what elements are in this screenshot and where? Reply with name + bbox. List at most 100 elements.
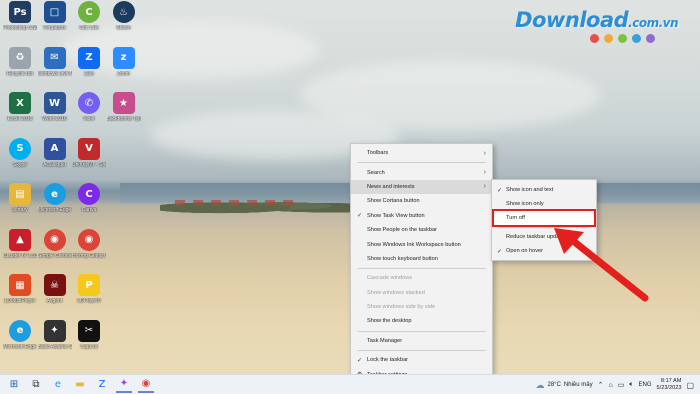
menu-item-label: Show touch keyboard button <box>367 255 438 262</box>
volume-icon[interactable]: 🔈︎ <box>629 381 633 389</box>
menu-item-lock-the-taskbar[interactable]: ✓ Lock the taskbar <box>351 353 492 367</box>
menu-item-task-manager[interactable]: Task Manager <box>351 334 492 348</box>
desktop-shortcut[interactable]: ♨ Steam <box>107 1 141 31</box>
notification-icon[interactable]: ▢ <box>686 381 694 390</box>
desktop-shortcut[interactable]: ◉Hướng Giang Chrome <box>72 228 106 259</box>
submenu-item-turn-off[interactable]: Turn off <box>492 209 596 227</box>
desktop-shortcut[interactable]: Ps Photoshop CS6-Portab... <box>3 1 37 31</box>
canva-icon: C <box>78 183 100 205</box>
menu-item-label: Lock the taskbar <box>367 357 409 364</box>
zalo-icon: Z <box>78 46 100 69</box>
menu-item-show-windows-side-by-side: Show windows side by side <box>351 300 492 314</box>
desktop-shortcut-label: Windows Live Mail <box>37 70 72 77</box>
desktop-shortcut[interactable]: ✉Windows Live Mail <box>37 46 72 77</box>
menu-item-show-the-desktop[interactable]: Show the desktop <box>351 314 492 328</box>
taskbar-file-explorer-icon[interactable]: ▬ <box>72 377 88 393</box>
desktop-shortcut[interactable]: P LDPlayer9 <box>72 274 106 304</box>
clock-date: 5/23/2023 <box>656 385 682 391</box>
menu-item-show-windows-ink-workspace-button[interactable]: Show Windows Ink Workspace button <box>351 237 492 251</box>
desktop-shortcut[interactable]: W Word 2016 <box>38 92 72 122</box>
desktop-shortcut[interactable]: □ VirtualBox <box>38 1 72 31</box>
menu-item-toolbars[interactable]: Toolbars › <box>351 146 492 160</box>
chrome-icon: ◉ <box>43 228 66 251</box>
zalo-icon: Z <box>98 379 106 390</box>
menu-separator <box>357 350 486 352</box>
desktop-shortcut[interactable]: z Zoom <box>107 46 141 77</box>
menu-item-label: Show Task View button <box>367 212 425 219</box>
watermark-dot <box>646 34 656 43</box>
desktop-shortcut[interactable]: ✆ Viber <box>72 92 106 122</box>
desktop-shortcut-label: Steam <box>116 25 131 31</box>
clock[interactable]: 8:17 AM 5/23/2023 <box>657 378 682 392</box>
taskbar-task-view-icon[interactable]: ⧉ <box>28 377 44 393</box>
desktop-shortcut[interactable]: ☠ Avgent <box>38 274 72 304</box>
desktop-shortcut[interactable]: VUniKeyNT - Shortcut <box>72 137 106 168</box>
photoshop-icon: Ps <box>9 1 31 23</box>
capcut-icon: ✂ <box>78 319 100 342</box>
start-icon: ⊞ <box>9 379 19 390</box>
menu-item-show-touch-keyboard-button[interactable]: Show touch keyboard button <box>351 252 492 266</box>
desktop-shortcut-label: Microsoft Edge <box>37 207 72 213</box>
menu-item-show-people-on-the-taskbar[interactable]: Show People on the taskbar <box>351 223 492 237</box>
menu-separator <box>357 330 486 332</box>
battery-icon[interactable]: ▭ <box>618 381 625 389</box>
desktop-shortcut-label: Google Chrome <box>37 252 72 259</box>
acalc-icon: A <box>43 137 66 160</box>
language-indicator[interactable]: ENG <box>639 382 652 388</box>
desktop-shortcut-label: LDMultiPlayer <box>4 298 36 304</box>
chevron-right-icon: › <box>483 183 486 191</box>
chevron-up-icon[interactable]: ⌃ <box>598 381 604 389</box>
desktop-shortcut[interactable]: Z Zalo <box>72 46 106 77</box>
desktop-shortcut[interactable]: ▲ CLuster IV 1.331 <box>3 228 37 259</box>
desktop-shortcut[interactable]: S Skype <box>3 137 37 168</box>
desktop-shortcut[interactable]: ◉ Google Chrome <box>37 228 72 259</box>
desktop-shortcut[interactable]: e Microsoft Edge <box>3 319 37 350</box>
menu-item-label: Show windows side by side <box>367 304 436 311</box>
taskbar[interactable]: ⊞ ⧉ e ▬ Z ✦ ◉ ☁ 28°C Nhiều mây ⌃ ⌂ ▭ 🔈︎ ENG 8:… <box>0 374 700 394</box>
menu-item-label: Show the desktop <box>367 318 412 325</box>
menu-item-news-and-interests[interactable]: News and interests › <box>351 179 492 195</box>
task-view-icon: ⧉ <box>32 379 40 390</box>
taskbar-zalo-icon[interactable]: Z <box>94 377 110 393</box>
submenu-item-show-icon-and-text[interactable]: ✓ Show icon and text <box>492 183 596 197</box>
watermark-dot <box>604 34 614 43</box>
taskbar-messenger-icon[interactable]: ✦ <box>116 377 132 393</box>
desktop-shortcut[interactable]: e Microsoft Edge <box>38 183 72 213</box>
taskbar-edge-icon[interactable]: e <box>50 377 66 393</box>
menu-separator <box>357 268 486 270</box>
menu-item-label: Show Cortana button <box>367 198 420 205</box>
chevron-right-icon: › <box>483 169 486 177</box>
news-and-interests-widget[interactable]: ☁ 28°C Nhiều mây <box>536 380 593 391</box>
desktop-shortcut[interactable]: A ACalcquel <box>38 137 72 168</box>
desktop-shortcut[interactable]: ★ Backrooms Tycoon - Online Mu... <box>107 92 141 122</box>
menu-item-label: Toolbars <box>367 150 389 157</box>
desktop-shortcut[interactable]: ✂ CapCut <box>72 319 106 350</box>
desktop-shortcut-label: VirtualBox <box>43 25 66 31</box>
desktop-shortcut[interactable]: X Excel 2016 <box>3 92 37 122</box>
cluster-icon: ▲ <box>9 228 31 251</box>
desktop-shortcut[interactable]: ♻ Recycle Bin <box>3 46 37 77</box>
cloud-sun-icon: ☁ <box>535 379 545 390</box>
desktop-shortcut[interactable]: C Cốc Cốc <box>72 1 106 31</box>
menu-item-show-task-view-button[interactable]: ✓ Show Task View button <box>351 209 492 223</box>
network-icon[interactable]: ⌂ <box>608 382 612 389</box>
submenu-item-show-icon-only[interactable]: Show icon only <box>492 197 596 211</box>
unikey-icon: V <box>78 137 100 160</box>
watermark-dots <box>590 34 678 43</box>
menu-item-search[interactable]: Search › <box>351 165 492 179</box>
desktop-shortcut[interactable]: ▤ Library <box>3 183 37 213</box>
desktop-shortcut[interactable]: C Canva <box>72 183 106 213</box>
taskbar-chrome-icon[interactable]: ◉ <box>138 377 154 393</box>
checkmark-icon: ✓ <box>357 357 363 364</box>
word-icon: W <box>43 92 66 114</box>
desktop-shortcut-label: Canva <box>81 207 97 213</box>
desktop-shortcut-label: Basic Awares Skills <box>37 343 72 350</box>
menu-item-show-cortana-button[interactable]: Show Cortana button <box>351 194 492 208</box>
desktop-shortcut[interactable]: ▦ LDMultiPlayer <box>3 274 37 304</box>
desktop-shortcut-label: Photoshop CS6-Portab... <box>3 25 37 31</box>
menu-item-label: Cascade windows <box>367 275 413 282</box>
desktop-shortcut-label: Library <box>12 207 28 213</box>
taskbar-start-icon[interactable]: ⊞ <box>6 377 22 393</box>
desktop-shortcut[interactable]: ✦Basic Awares Skills <box>37 319 72 350</box>
recycle-bin-icon: ♻ <box>9 46 31 69</box>
